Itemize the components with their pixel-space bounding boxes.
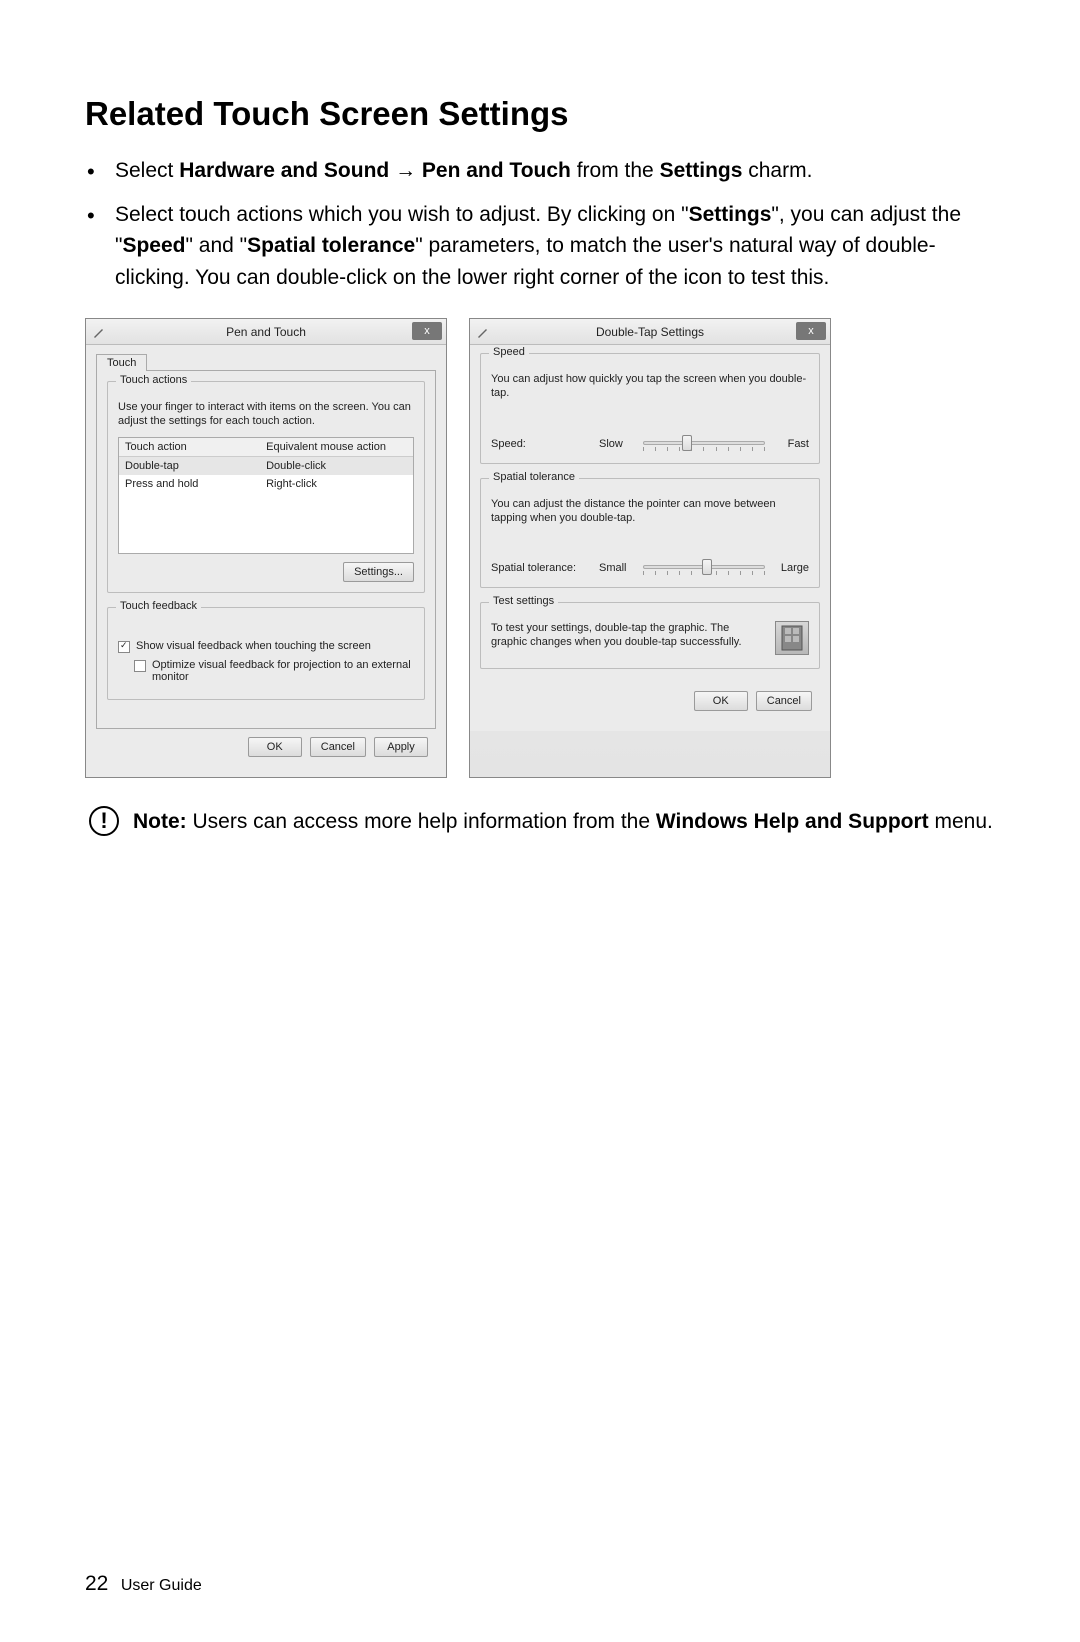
text: Select touch actions which you wish to a… <box>115 203 689 226</box>
group-description: You can adjust how quickly you tap the s… <box>491 372 809 401</box>
touch-actions-group: Touch actions Use your finger to interac… <box>107 381 425 593</box>
bullet-1: Select Hardware and Sound → Pen and Touc… <box>115 155 995 187</box>
text: " and " <box>186 234 248 257</box>
note: ! Note: Users can access more help infor… <box>85 806 995 838</box>
cell: Right-click <box>260 475 413 493</box>
slider-max-label: Large <box>775 562 809 574</box>
tab-touch[interactable]: Touch <box>96 354 147 371</box>
group-legend: Touch feedback <box>116 600 201 612</box>
table-row[interactable]: Double-tap Double-click <box>119 457 413 475</box>
checkbox-label: Optimize visual feedback for projection … <box>152 659 414 683</box>
text: from the <box>571 159 660 182</box>
ok-button[interactable]: OK <box>694 691 748 711</box>
group-description: To test your settings, double-tap the gr… <box>491 621 765 650</box>
text: → <box>389 159 422 182</box>
text-bold: Hardware and Sound <box>179 159 389 182</box>
checkbox-optimize-feedback[interactable]: Optimize visual feedback for projection … <box>118 659 414 683</box>
note-icon: ! <box>89 806 119 836</box>
slider-label: Speed: <box>491 438 589 450</box>
spatial-slider[interactable] <box>643 559 765 577</box>
cancel-button[interactable]: Cancel <box>310 737 366 757</box>
touch-actions-table: Touch action Equivalent mouse action Dou… <box>118 437 414 554</box>
speed-group: Speed You can adjust how quickly you tap… <box>480 353 820 464</box>
page-footer: 22 User Guide <box>85 1572 202 1596</box>
footer-label: User Guide <box>121 1577 202 1594</box>
checkbox-icon <box>134 660 146 672</box>
slider-max-label: Fast <box>775 438 809 450</box>
col-header: Touch action <box>119 438 260 456</box>
text-bold: Windows Help and Support <box>656 810 929 833</box>
slider-min-label: Small <box>599 562 633 574</box>
table-row[interactable]: Press and hold Right-click <box>119 475 413 493</box>
dialog-title: Double-Tap Settings <box>470 325 830 339</box>
slider-label: Spatial tolerance: <box>491 562 589 574</box>
test-graphic[interactable] <box>775 621 809 655</box>
pen-icon <box>92 325 106 339</box>
bullet-2: Select touch actions which you wish to a… <box>115 199 995 294</box>
text-bold: Settings <box>660 159 743 182</box>
cell: Double-tap <box>119 457 260 475</box>
spatial-tolerance-group: Spatial tolerance You can adjust the dis… <box>480 478 820 589</box>
text: menu. <box>929 810 993 833</box>
slider-min-label: Slow <box>599 438 633 450</box>
page-heading: Related Touch Screen Settings <box>85 95 995 133</box>
speed-slider[interactable] <box>643 435 765 453</box>
pen-icon <box>476 325 490 339</box>
checkbox-show-feedback[interactable]: Show visual feedback when touching the s… <box>118 640 414 653</box>
group-description: You can adjust the distance the pointer … <box>491 497 809 526</box>
text-bold: Speed <box>122 234 185 257</box>
cell: Double-click <box>260 457 413 475</box>
settings-button[interactable]: Settings... <box>343 562 414 582</box>
pen-and-touch-dialog: Pen and Touch x Touch Touch actions Use … <box>85 318 447 778</box>
touch-feedback-group: Touch feedback Show visual feedback when… <box>107 607 425 700</box>
text: charm. <box>742 159 812 182</box>
page-number: 22 <box>85 1572 108 1595</box>
col-header: Equivalent mouse action <box>260 438 413 456</box>
double-tap-settings-dialog: Double-Tap Settings x Speed You can adju… <box>469 318 831 778</box>
text: Select <box>115 159 179 182</box>
group-legend: Speed <box>489 346 529 358</box>
group-legend: Test settings <box>489 595 558 607</box>
note-label: Note: <box>133 810 187 833</box>
text-bold: Settings <box>689 203 772 226</box>
group-legend: Touch actions <box>116 374 191 386</box>
text-bold: Spatial tolerance <box>247 234 415 257</box>
door-icon <box>781 625 803 651</box>
close-button[interactable]: x <box>796 322 826 340</box>
text-bold: Pen and Touch <box>422 159 571 182</box>
checkbox-label: Show visual feedback when touching the s… <box>136 640 371 652</box>
test-settings-group: Test settings To test your settings, dou… <box>480 602 820 669</box>
cancel-button[interactable]: Cancel <box>756 691 812 711</box>
ok-button[interactable]: OK <box>248 737 302 757</box>
titlebar: Double-Tap Settings x <box>470 319 830 345</box>
checkbox-icon <box>118 641 130 653</box>
group-legend: Spatial tolerance <box>489 471 579 483</box>
table-header: Touch action Equivalent mouse action <box>119 438 413 457</box>
text: Users can access more help information f… <box>187 810 656 833</box>
group-description: Use your finger to interact with items o… <box>118 400 414 429</box>
dialog-title: Pen and Touch <box>86 325 446 339</box>
close-button[interactable]: x <box>412 322 442 340</box>
apply-button[interactable]: Apply <box>374 737 428 757</box>
cell: Press and hold <box>119 475 260 493</box>
titlebar: Pen and Touch x <box>86 319 446 345</box>
